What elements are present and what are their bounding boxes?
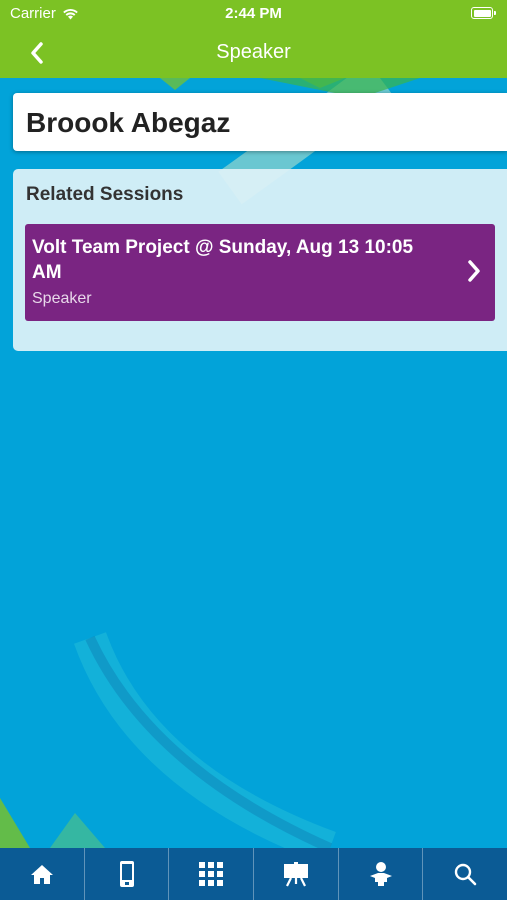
- navigation-bar: Speaker: [0, 28, 507, 78]
- session-role: Speaker: [32, 290, 92, 307]
- tab-speakers[interactable]: [337, 848, 423, 900]
- session-title: Volt Team Project @ Sunday, Aug 13 10:05…: [32, 237, 414, 283]
- tab-home[interactable]: [0, 848, 84, 900]
- tab-bar: [0, 848, 507, 900]
- speaker-name: Broook Abegaz: [26, 107, 231, 138]
- battery-icon: [471, 7, 496, 19]
- status-bar: Carrier 2:44 PM: [0, 0, 507, 28]
- grid-icon: [199, 862, 224, 886]
- tab-mobile[interactable]: [83, 848, 169, 900]
- mobile-device-icon: [119, 861, 134, 887]
- related-sessions-heading: Related Sessions: [26, 184, 184, 205]
- session-list-item[interactable]: Volt Team Project @ Sunday, Aug 13 10:05…: [25, 224, 495, 321]
- tab-grid[interactable]: [168, 848, 253, 900]
- status-time: 2:44 PM: [225, 5, 282, 22]
- page-title: Speaker: [216, 41, 291, 63]
- speaker-name-card: Broook Abegaz: [13, 93, 507, 151]
- related-sessions-panel: Related Sessions Volt Team Project @ Sun…: [13, 169, 507, 351]
- home-icon: [30, 865, 53, 884]
- chevron-right-icon: [468, 260, 480, 282]
- presentation-easel-icon: [283, 862, 308, 887]
- speaker-person-icon: [369, 862, 392, 886]
- search-icon: [454, 863, 477, 886]
- tab-search[interactable]: [422, 848, 507, 900]
- tab-presentations[interactable]: [253, 848, 338, 900]
